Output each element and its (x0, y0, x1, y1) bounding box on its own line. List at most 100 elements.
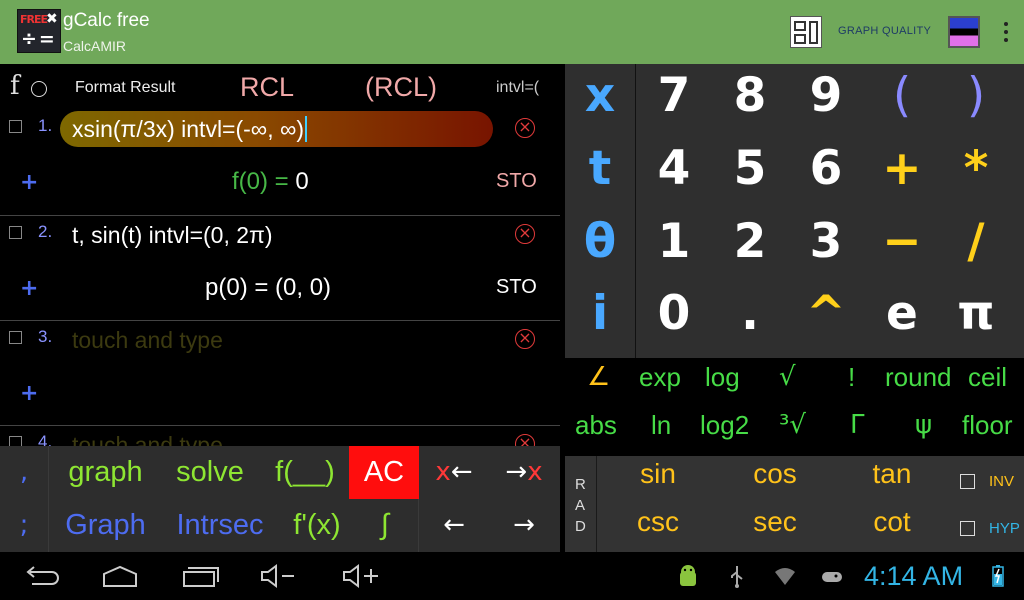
entry-checkbox[interactable] (9, 331, 22, 344)
android-debug-icon (680, 565, 696, 586)
entry-checkbox[interactable] (9, 226, 22, 239)
close-paren-key[interactable]: ) (938, 68, 1014, 141)
integral-button[interactable]: ∫ (355, 499, 415, 552)
hyp-checkbox[interactable] (960, 521, 975, 536)
key-9[interactable]: 9 (788, 68, 864, 141)
key-1[interactable]: 1 (636, 214, 712, 287)
store-button[interactable]: STO (496, 276, 537, 299)
rcl-button[interactable]: RCL (240, 72, 294, 103)
delete-icon[interactable]: × (515, 224, 535, 244)
key-0[interactable]: 0 (636, 286, 712, 359)
app-logo-icon[interactable]: FREE ✖ ÷= (17, 9, 61, 53)
back-icon[interactable] (22, 562, 62, 590)
multiply-key[interactable]: * (938, 141, 1014, 214)
log-key[interactable]: log (705, 362, 740, 410)
delete-icon[interactable]: × (515, 118, 535, 138)
recent-apps-icon[interactable] (180, 562, 220, 590)
csc-key[interactable]: csc (603, 506, 713, 554)
battery-charging-icon (992, 565, 1004, 587)
var-i-key[interactable]: i (565, 286, 635, 359)
key-4[interactable]: 4 (636, 141, 712, 214)
log2-key[interactable]: log2 (700, 410, 749, 458)
exp-key[interactable]: exp (639, 362, 681, 410)
delete-icon[interactable]: × (515, 329, 535, 349)
var-x-key[interactable]: x (565, 68, 635, 141)
sqrt-key[interactable]: √ (779, 362, 796, 410)
key-5[interactable]: 5 (712, 141, 788, 214)
key-3[interactable]: 3 (788, 214, 864, 287)
overflow-menu-icon[interactable] (996, 16, 1016, 48)
function-toggle[interactable]: f (10, 71, 20, 101)
all-clear-button[interactable]: AC (349, 446, 419, 499)
decimal-key[interactable]: . (712, 286, 788, 359)
key-2[interactable]: 2 (712, 214, 788, 287)
cube-root-key[interactable]: ³√ (779, 410, 806, 458)
key-6[interactable]: 6 (788, 141, 864, 214)
minus-key[interactable]: − (864, 214, 940, 287)
usb-icon (731, 566, 743, 588)
factorial-key[interactable]: ! (848, 362, 855, 410)
intersect-button[interactable]: Intrsec (165, 499, 275, 552)
floor-key[interactable]: floor (962, 410, 1013, 458)
entry-expression-placeholder[interactable]: touch and type (72, 327, 223, 354)
entry-result: f(0) = 0 (232, 168, 309, 195)
color-theme-icon[interactable] (948, 16, 980, 48)
graph-button[interactable]: graph (58, 446, 153, 499)
power-key[interactable]: ^ (788, 286, 864, 359)
var-theta-key[interactable]: θ (565, 214, 635, 287)
sec-key[interactable]: sec (720, 506, 830, 554)
entry-checkbox[interactable] (9, 120, 22, 133)
layout-toggle-icon[interactable] (790, 16, 822, 48)
entry-expression-placeholder[interactable]: touch and type (72, 432, 223, 446)
sin-key[interactable]: sin (603, 458, 713, 506)
gamma-key[interactable]: Γ (850, 410, 865, 458)
cursor-left-button[interactable]: ← (420, 499, 488, 552)
cos-key[interactable]: cos (720, 458, 830, 506)
semicolon-key[interactable]: ; (0, 499, 48, 552)
inv-checkbox[interactable] (960, 474, 975, 489)
radio-circle-icon[interactable] (31, 81, 47, 97)
volume-down-icon[interactable] (258, 562, 298, 590)
divide-key[interactable]: / (938, 214, 1014, 287)
plus-key[interactable]: + (864, 141, 940, 214)
entry-checkbox[interactable] (9, 436, 22, 446)
derivative-button[interactable]: f'(x) (282, 499, 352, 552)
ln-key[interactable]: ln (651, 410, 671, 458)
add-icon[interactable]: + (20, 170, 38, 195)
format-result-button[interactable]: Format Result (75, 79, 175, 97)
function-button[interactable]: f(__) (270, 446, 340, 499)
round-key[interactable]: round (885, 362, 952, 410)
key-8[interactable]: 8 (712, 68, 788, 141)
cursor-right-button[interactable]: → (490, 499, 558, 552)
solve-button[interactable]: solve (165, 446, 255, 499)
var-t-key[interactable]: t (565, 141, 635, 214)
add-icon[interactable]: + (20, 276, 38, 301)
abs-key[interactable]: abs (575, 410, 617, 458)
home-icon[interactable] (100, 562, 140, 590)
add-icon[interactable]: + (20, 381, 38, 406)
entry-expression[interactable]: xsin(π/3x) intvl=(-∞, ∞) (72, 116, 308, 143)
delete-right-button[interactable]: →x (490, 446, 558, 499)
tan-key[interactable]: tan (837, 458, 947, 506)
graph-cap-button[interactable]: Graph (58, 499, 153, 552)
store-button[interactable]: STO (496, 170, 537, 193)
entry-expression[interactable]: t, sin(t) intvl=(0, 2π) (72, 222, 273, 249)
angle-key[interactable]: ∠ (587, 362, 610, 410)
cot-key[interactable]: cot (837, 506, 947, 554)
rcl-paren-button[interactable]: (RCL) (365, 72, 437, 103)
app-window: FREE ✖ ÷= gCalc free CalcAMIR GRAPH QUAL… (0, 0, 1024, 600)
rad-toggle[interactable]: R A D (565, 456, 597, 552)
key-7[interactable]: 7 (636, 68, 712, 141)
delete-icon[interactable]: × (515, 434, 535, 446)
comma-key[interactable]: , (0, 446, 48, 499)
interval-button[interactable]: intvl=( (496, 79, 539, 97)
ceil-key[interactable]: ceil (968, 362, 1007, 410)
graph-quality-button[interactable]: GRAPH QUALITY (838, 25, 931, 37)
logo-x-mark: ✖ (46, 11, 58, 27)
volume-up-icon[interactable] (340, 562, 380, 590)
delete-left-button[interactable]: x← (420, 446, 488, 499)
pi-key[interactable]: π (938, 286, 1014, 359)
euler-key[interactable]: e (864, 286, 940, 359)
digamma-key[interactable]: ψ (915, 410, 932, 458)
open-paren-key[interactable]: ( (864, 68, 940, 141)
